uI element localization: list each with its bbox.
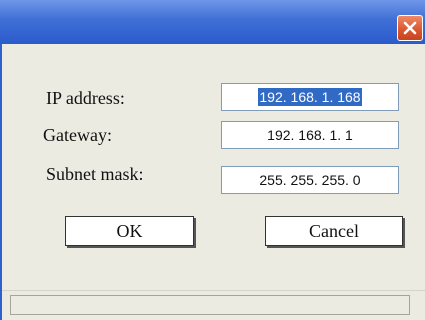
ip-address-input[interactable]: 192. 168. 1. 168 — [221, 83, 399, 111]
close-button[interactable] — [397, 15, 423, 41]
subnet-mask-label: Subnet mask: — [46, 164, 144, 184]
title-bar[interactable] — [0, 0, 425, 44]
dialog-body: IP address: 192. 168. 1. 168 Gateway: 19… — [2, 44, 425, 320]
gateway-label: Gateway: — [43, 125, 112, 145]
subnet-mask-input[interactable]: 255. 255. 255. 0 — [221, 166, 399, 194]
gateway-input[interactable]: 192. 168. 1. 1 — [221, 121, 399, 149]
cancel-button[interactable]: Cancel — [265, 216, 403, 246]
ok-button[interactable]: OK — [65, 216, 194, 246]
close-icon — [403, 21, 417, 35]
status-bar — [2, 290, 425, 320]
ip-address-label: IP address: — [46, 88, 125, 108]
ip-address-value: 192. 168. 1. 168 — [258, 88, 362, 106]
status-pane — [10, 295, 410, 315]
